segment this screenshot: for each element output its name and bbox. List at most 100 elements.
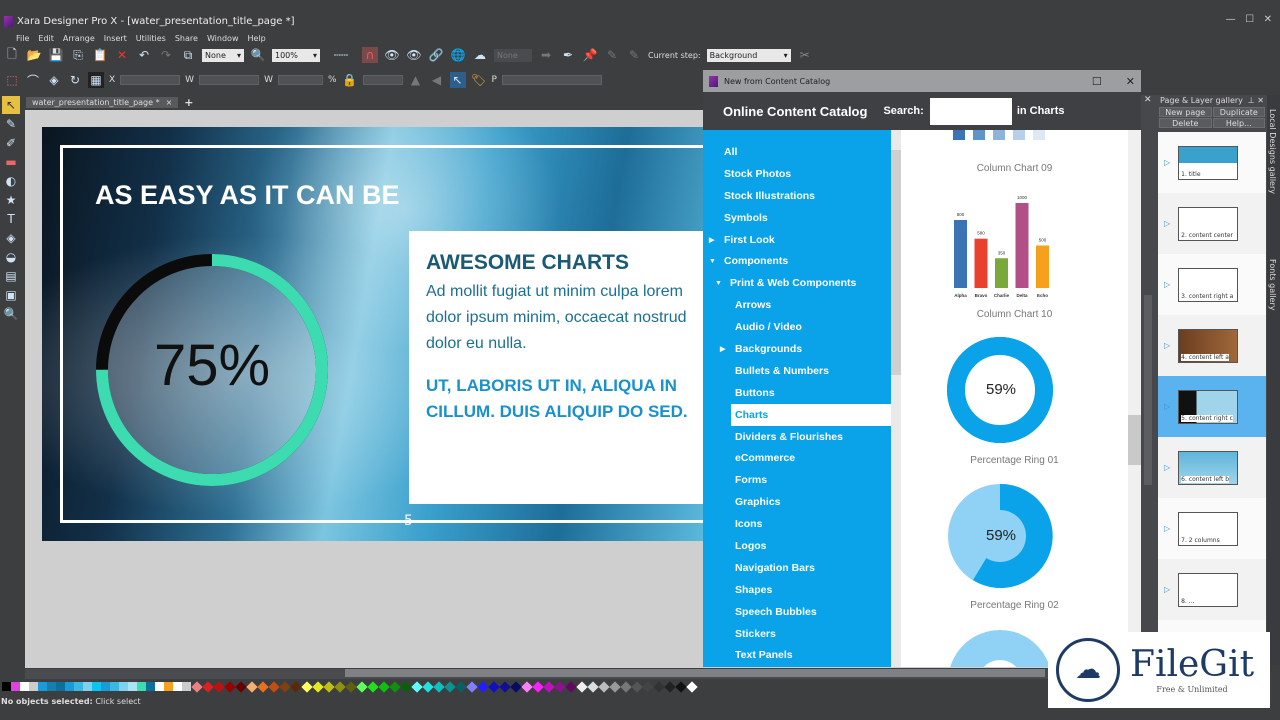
nav-item[interactable]: Speech Bubbles	[703, 601, 891, 623]
collapse-arrow-icon[interactable]: ▼	[715, 280, 730, 287]
arrow-icon[interactable]: ➡	[538, 47, 554, 63]
color-swatch[interactable]	[245, 680, 258, 693]
color-swatch[interactable]	[256, 680, 269, 693]
color-palette[interactable]	[2, 680, 698, 693]
paste-icon[interactable]: 📋	[92, 47, 108, 63]
color-swatch[interactable]	[56, 682, 65, 691]
color-swatch[interactable]	[137, 682, 146, 691]
step-icon[interactable]: ✎	[604, 47, 620, 63]
color-swatch[interactable]	[164, 682, 173, 691]
ruler-icon[interactable]: ┄┄	[326, 47, 356, 63]
pointer-icon[interactable]: ↖	[449, 72, 466, 88]
color-swatch[interactable]	[20, 682, 29, 691]
color-swatch[interactable]	[74, 682, 83, 691]
w-pct-input[interactable]	[277, 75, 323, 85]
nav-item[interactable]: ▶ Backgrounds	[703, 338, 891, 360]
color-swatch[interactable]	[300, 680, 313, 693]
eraser-tool-icon[interactable]: ▬	[2, 153, 20, 171]
color-swatch[interactable]	[685, 680, 698, 693]
close-tab-icon[interactable]: ×	[166, 98, 173, 107]
color-swatch[interactable]	[344, 680, 357, 693]
bevel-tool-icon[interactable]: ▣	[2, 286, 20, 304]
pen-icon[interactable]: ✒	[560, 47, 576, 63]
color-swatch[interactable]	[498, 680, 511, 693]
color-swatch[interactable]	[575, 680, 588, 693]
pin-icon[interactable]: 📌	[582, 47, 598, 63]
selector-tool-icon[interactable]: ↖	[2, 96, 20, 114]
brush-tool-icon[interactable]: ✐	[2, 134, 20, 152]
copy-icon[interactable]: ⎘	[70, 47, 86, 63]
flip-h-icon[interactable]: ◀	[429, 72, 445, 88]
zoom-tool-icon[interactable]: 🔍	[2, 305, 20, 323]
next-ring-preview[interactable]	[946, 627, 1056, 667]
menu-share[interactable]: Share	[175, 34, 198, 43]
slide[interactable]: AS EASY AS IT CAN BE 75% AWESOME CHARTS …	[42, 127, 703, 541]
undo-icon[interactable]: ↶	[136, 47, 152, 63]
nav-item[interactable]: Bullets & Numbers	[703, 360, 891, 382]
gallery-scroll-area[interactable]: ✕	[1141, 95, 1157, 665]
nav-item[interactable]: Icons	[703, 513, 891, 535]
color-swatch[interactable]	[531, 680, 544, 693]
save-icon[interactable]: 💾	[48, 47, 64, 63]
color-swatch[interactable]	[212, 680, 225, 693]
expand-arrow-icon[interactable]: ▶	[709, 236, 724, 244]
color-swatch[interactable]	[201, 680, 214, 693]
color-swatch[interactable]	[92, 682, 101, 691]
duplicate-button[interactable]: Duplicate	[1212, 107, 1265, 117]
page-thumbnail-row[interactable]: ▷ 3. content right a	[1158, 254, 1266, 315]
expand-arrow-icon[interactable]: ▷	[1164, 585, 1170, 594]
page-thumbnail-row[interactable]: ▷ 8. ...	[1158, 559, 1266, 620]
nav-item[interactable]: Arrows	[703, 294, 891, 316]
nav-item[interactable]: Shapes	[703, 579, 891, 601]
color-swatch[interactable]	[311, 680, 324, 693]
fill-tool-icon[interactable]: ◈	[2, 229, 20, 247]
color-swatch[interactable]	[421, 680, 434, 693]
preview-icon[interactable]: 👁	[384, 47, 400, 63]
color-swatch[interactable]	[234, 680, 247, 693]
maximize-icon[interactable]: ☐	[1092, 75, 1102, 88]
color-swatch[interactable]	[355, 680, 368, 693]
help-button[interactable]: Help...	[1212, 118, 1265, 128]
window-controls[interactable]: — ☐ ✕	[1226, 14, 1272, 25]
color-swatch[interactable]	[289, 680, 302, 693]
zoom-select[interactable]: 100% ▾	[272, 48, 320, 62]
tag-icon[interactable]: 🏷	[471, 72, 487, 88]
color-swatch[interactable]	[432, 680, 445, 693]
transform-icon[interactable]: ⧉	[180, 47, 196, 63]
color-swatch[interactable]	[520, 680, 533, 693]
shadow-tool-icon[interactable]: ▤	[2, 267, 20, 285]
current-step-select[interactable]: Background ▾	[706, 48, 791, 62]
color-swatch[interactable]	[119, 682, 128, 691]
color-swatch[interactable]	[29, 682, 38, 691]
column-chart-09-preview[interactable]	[953, 130, 1045, 140]
flip-v-icon[interactable]: ▲	[408, 72, 424, 88]
fonts-gallery-tab[interactable]: Fonts gallery	[1268, 259, 1277, 329]
nav-item[interactable]: Text Panels	[703, 644, 891, 666]
nav-item[interactable]: Audio / Video	[703, 316, 891, 338]
nav-item[interactable]: ▶ First Look	[703, 229, 891, 251]
page-thumbnail-row[interactable]: ▷ 1. title	[1158, 132, 1266, 193]
color-swatch[interactable]	[476, 680, 489, 693]
doc-tab[interactable]: water_presentation_title_page * ×	[26, 96, 179, 108]
color-swatch[interactable]	[399, 680, 412, 693]
color-swatch[interactable]	[83, 682, 92, 691]
color-swatch[interactable]	[443, 680, 456, 693]
zoom-icon[interactable]: 🔍	[250, 47, 266, 63]
collapse-arrow-icon[interactable]: ▼	[709, 258, 724, 265]
selector-icon[interactable]: ⬚	[4, 72, 20, 88]
nav-item[interactable]: Forms	[703, 469, 891, 491]
preview2-icon[interactable]: 👁	[406, 47, 422, 63]
color-swatch[interactable]	[388, 680, 401, 693]
curve-icon[interactable]: ⌒	[25, 72, 41, 88]
expand-arrow-icon[interactable]: ▷	[1164, 219, 1170, 228]
color-swatch[interactable]	[586, 680, 599, 693]
star-tool-icon[interactable]: ★	[2, 191, 20, 209]
nav-item[interactable]: Charts	[731, 403, 891, 426]
color-swatch[interactable]	[11, 682, 20, 691]
quality-select[interactable]: None ▾	[202, 48, 244, 62]
gallery-pin-close-icon[interactable]: ⊥ ✕	[1248, 96, 1264, 105]
nav-item[interactable]: ▼ Components	[703, 250, 891, 272]
angle-input[interactable]	[362, 75, 403, 85]
delete-button[interactable]: Delete	[1159, 118, 1212, 128]
menu-utilities[interactable]: Utilities	[136, 34, 166, 43]
